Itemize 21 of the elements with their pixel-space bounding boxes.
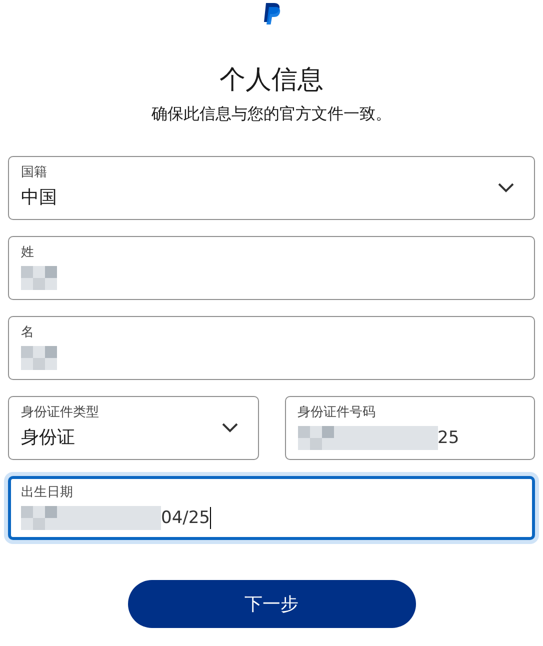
field-label: 出生日期 [21,485,74,501]
field-value: 身份证 [21,426,75,450]
next-button[interactable]: 下一步 [128,580,416,628]
chevron-down-icon [498,183,514,193]
field-label: 身份证件类型 [21,405,100,421]
page-subtitle: 确保此信息与您的官方文件一致。 [152,104,392,124]
input-field[interactable]: 名 [8,316,535,380]
field-label: 名 [21,325,35,341]
select-field[interactable]: 国籍 中国 [8,156,535,220]
select-field[interactable]: 身份证件类型 身份证 [8,396,258,460]
page-title: 个人信息 [220,64,324,96]
input-field[interactable]: 姓 [8,236,535,300]
field-value: 04/25 [161,507,210,530]
field-value: 中国 [21,186,57,210]
field-label: 国籍 [21,165,48,181]
field-value: 25 [438,427,460,450]
logo-icon [262,2,282,26]
field-label: 姓 [21,245,35,261]
chevron-down-icon [222,423,238,433]
field-label: 身份证件号码 [298,405,376,421]
input-field[interactable]: 身份证件号码 25 [284,396,535,460]
